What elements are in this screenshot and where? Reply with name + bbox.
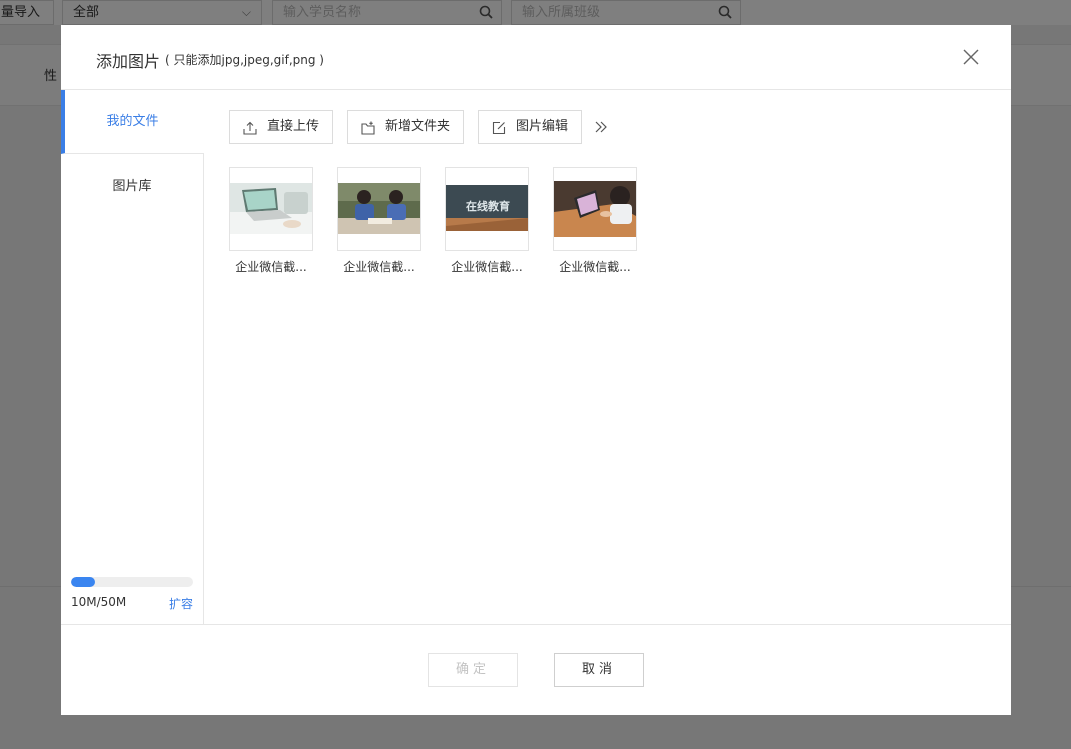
online-education-photo: 在线教育 — [446, 168, 528, 250]
storage-quota-fill — [71, 577, 96, 587]
new-folder-button[interactable]: 新增文件夹 — [347, 110, 464, 144]
dialog-header: 添加图片 ( 只能添加jpg,jpeg,gif,png ) — [61, 25, 1011, 90]
upload-icon — [243, 121, 257, 135]
edit-icon — [492, 121, 506, 135]
expand-storage-link[interactable]: 扩容 — [169, 595, 193, 612]
students-studying-photo — [338, 168, 420, 250]
sidebar-item-my-files[interactable]: 我的文件 — [61, 90, 204, 154]
laptop-desk-photo — [230, 168, 312, 250]
sidebar-item-image-library[interactable]: 图片库 — [61, 155, 203, 219]
child-tablet-photo — [554, 168, 636, 250]
add-image-dialog: 添加图片 ( 只能添加jpg,jpeg,gif,png ) 我的文件 图片库 1… — [61, 25, 1011, 715]
image-thumbnail — [337, 167, 421, 251]
dialog-footer: 确定 取消 — [61, 624, 1011, 716]
file-name: 企业微信截... — [343, 260, 415, 274]
confirm-button[interactable]: 确定 — [428, 653, 518, 687]
direct-upload-label: 直接上传 — [267, 119, 320, 134]
sidebar-item-label: 我的文件 — [106, 114, 159, 129]
double-chevron-right-icon[interactable] — [593, 119, 609, 135]
file-name: 企业微信截... — [451, 260, 523, 274]
sidebar-item-label: 图片库 — [112, 179, 152, 194]
image-thumbnail: 在线教育 — [445, 167, 529, 251]
direct-upload-button[interactable]: 直接上传 — [229, 110, 333, 144]
image-edit-button[interactable]: 图片编辑 — [478, 110, 582, 144]
file-tile[interactable]: 企业微信截... — [337, 167, 421, 277]
dialog-format-hint: ( 只能添加jpg,jpeg,gif,png ) — [165, 53, 324, 67]
file-name: 企业微信截... — [559, 260, 631, 274]
thumbnail-text: 在线教育 — [466, 199, 510, 213]
dialog-sidebar: 我的文件 图片库 10M/50M 扩容 — [61, 90, 204, 624]
new-folder-label: 新增文件夹 — [385, 119, 451, 134]
image-thumbnail — [553, 167, 637, 251]
close-icon[interactable] — [957, 43, 985, 71]
storage-quota-bar — [71, 577, 193, 587]
image-edit-label: 图片编辑 — [516, 119, 569, 134]
dialog-title: 添加图片 — [96, 52, 161, 71]
image-thumbnail — [229, 167, 313, 251]
storage-quota-text: 10M/50M — [71, 595, 127, 609]
cancel-button[interactable]: 取消 — [554, 653, 644, 687]
file-tile[interactable]: 企业微信截... — [553, 167, 637, 277]
file-name: 企业微信截... — [235, 260, 307, 274]
new-folder-icon — [361, 121, 375, 135]
file-tile[interactable]: 企业微信截... — [229, 167, 313, 277]
file-tile[interactable]: 在线教育 企业微信截... — [445, 167, 529, 277]
